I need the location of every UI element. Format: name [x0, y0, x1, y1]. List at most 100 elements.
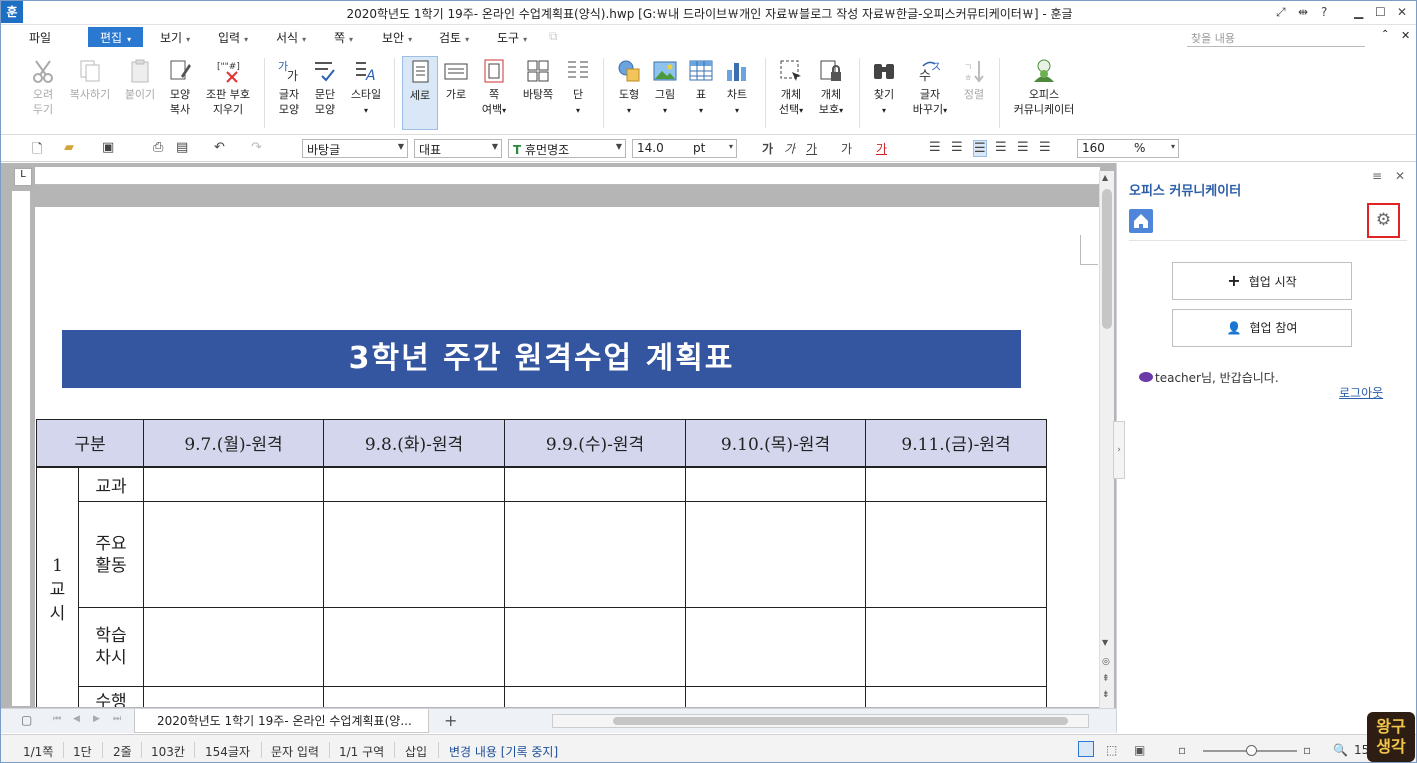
master-page-button[interactable]: 바탕쪽 [519, 58, 557, 102]
tab-document[interactable]: 2020학년도 1학기 19주- 온라인 수업계획표(양... [134, 709, 429, 733]
panel-collapse-handle[interactable]: › [1113, 421, 1125, 479]
align-right-icon[interactable]: ☰ [995, 140, 1007, 155]
object-protect-button[interactable]: 개체 보호▾ [814, 58, 848, 118]
font-lang-select[interactable]: 대표 ▼ [414, 139, 502, 158]
table-cell[interactable] [143, 466, 324, 502]
status-track-changes[interactable]: 변경 내용 [기록 중지] [449, 743, 558, 760]
menu-format[interactable]: 서식 ▾ [276, 29, 306, 46]
picture-button[interactable]: 그림 ▾ [650, 58, 680, 118]
underline-button[interactable]: 가 [806, 140, 817, 157]
view-page-icon[interactable] [1078, 741, 1094, 757]
open-folder-icon[interactable]: ▰ [64, 140, 74, 155]
prev-page-icon[interactable]: ⇞ [1102, 674, 1110, 684]
page-select-icon[interactable]: ◎ [1102, 657, 1110, 667]
period-cell[interactable]: 1 교 시 [36, 466, 79, 713]
table-cell[interactable] [685, 607, 866, 687]
search-input[interactable]: 찾을 내용 [1187, 29, 1365, 47]
header-cell[interactable]: 9.7.(월)-원격 [143, 419, 324, 468]
font-size-input[interactable]: 14.0 pt ▾ [632, 139, 737, 158]
table-cell[interactable] [323, 607, 505, 687]
resize-width-icon[interactable]: ⇹ [1298, 5, 1308, 19]
ruler-toggle[interactable]: L [14, 168, 32, 186]
row-label-cell[interactable]: 주요 활동 [78, 501, 144, 608]
puzzle-icon[interactable]: ⧉ [549, 29, 558, 44]
menu-edit[interactable]: 편집 ▾ [88, 27, 143, 47]
table-cell[interactable] [323, 501, 505, 608]
table-button[interactable]: 표 ▾ [687, 58, 715, 118]
print-icon[interactable]: ⎙ [153, 140, 163, 155]
menu-tools[interactable]: 도구 ▾ [497, 29, 527, 46]
logout-link[interactable]: 로그아웃 [1339, 384, 1383, 401]
menu-page[interactable]: 쪽 ▾ [334, 29, 353, 46]
menu-security[interactable]: 보안 ▾ [382, 29, 412, 46]
table-cell[interactable] [865, 607, 1047, 687]
style-button[interactable]: A 스타일 ▾ [346, 58, 386, 118]
banner-title[interactable]: 3학년 주간 원격수업 계획표 [62, 330, 1021, 388]
char-shape-button[interactable]: 가가 글자 모양 [273, 58, 305, 117]
start-collab-button[interactable]: + 협업 시작 [1172, 262, 1352, 300]
page-margin-button[interactable]: 쪽 여백▾ [480, 58, 508, 118]
close-icon[interactable]: ✕ [1397, 5, 1407, 19]
table-cell[interactable] [504, 466, 686, 502]
align-left-icon[interactable]: ☰ [951, 140, 963, 155]
save-icon[interactable]: ▣ [102, 140, 114, 155]
horizontal-scrollbar[interactable] [552, 714, 1089, 728]
panel-menu-icon[interactable]: ≡ [1372, 169, 1382, 183]
chart-button[interactable]: 차트 ▾ [723, 58, 751, 118]
align-divide-icon[interactable]: ☰ [1039, 140, 1051, 155]
replace-button[interactable]: 수ス 글자 바꾸기▾ [909, 58, 951, 118]
para-shape-button[interactable]: 문단 모양 [309, 58, 341, 117]
horizontal-ruler[interactable] [35, 167, 1100, 185]
style-select[interactable]: 바탕글 ▼ [302, 139, 408, 158]
help-icon[interactable]: ? [1321, 5, 1327, 19]
fullscreen-icon[interactable]: ⤢ [1276, 5, 1286, 20]
tab-list-icon[interactable]: ▢ [21, 713, 32, 727]
table-cell[interactable] [504, 607, 686, 687]
cut-button[interactable]: 오려 두기 [25, 58, 61, 117]
preview-icon[interactable]: ▤ [176, 140, 188, 155]
table-cell[interactable] [143, 607, 324, 687]
bold-button[interactable]: 가 [762, 140, 773, 157]
object-select-button[interactable]: 개체 선택▾ [774, 58, 808, 118]
scroll-up-icon[interactable]: ▲ [1102, 173, 1108, 182]
zoom-slider-thumb[interactable] [1246, 745, 1257, 756]
sort-button[interactable]: ㄱㅎ 정렬 [959, 58, 989, 102]
align-center-icon[interactable]: ☰ [973, 140, 987, 157]
shapes-button[interactable]: 도형 ▾ [613, 58, 645, 118]
view-width-icon[interactable]: ⬚ [1106, 743, 1117, 757]
collapse-ribbon-icon[interactable]: ⌃ [1381, 29, 1389, 40]
table-cell[interactable] [504, 501, 686, 608]
office-communicator-button[interactable]: 오피스 커뮤니케이터 [1008, 58, 1080, 117]
header-cell[interactable]: 9.9.(수)-원격 [504, 419, 686, 468]
vertical-scrollbar[interactable]: ▲ ▼ ◎ ⇞ ⇟ [1099, 171, 1114, 708]
new-document-icon[interactable]: 🗋 [32, 140, 42, 162]
font-color-button[interactable]: 가 [876, 140, 887, 157]
zoom-in-icon[interactable]: ▫ [1303, 743, 1311, 757]
horizontal-scroll-thumb[interactable] [613, 717, 1068, 725]
header-cell[interactable]: 9.10.(목)-원격 [685, 419, 866, 468]
tab-next-icon[interactable]: ▶ [93, 714, 100, 724]
status-insert[interactable]: 삽입 [405, 743, 427, 760]
font-select[interactable]: T 휴먼명조 ▼ [508, 139, 626, 158]
zoom-input[interactable]: 160% ▾ [1077, 139, 1179, 158]
table-cell[interactable] [143, 501, 324, 608]
table-cell[interactable] [685, 466, 866, 502]
table-cell[interactable] [685, 501, 866, 608]
tab-prev-icon[interactable]: ◀ [73, 714, 80, 724]
superscript-button[interactable]: 가 [841, 140, 852, 157]
table-cell[interactable] [323, 466, 505, 502]
join-collab-button[interactable]: 👤 협업 참여 [1172, 309, 1352, 347]
add-tab-button[interactable]: + [444, 711, 457, 730]
status-input-mode[interactable]: 문자 입력 [271, 743, 319, 760]
vertical-ruler[interactable] [12, 191, 30, 706]
vertical-scroll-thumb[interactable] [1102, 189, 1112, 329]
align-justify-icon[interactable]: ☰ [929, 140, 941, 155]
align-distribute-icon[interactable]: ☰ [1017, 140, 1029, 155]
row-label-cell[interactable]: 교과 [78, 466, 144, 502]
header-cell[interactable]: 구분 [36, 419, 144, 468]
tab-last-icon[interactable]: ⏭ [113, 714, 121, 724]
header-cell[interactable]: 9.11.(금)-원격 [865, 419, 1047, 468]
undo-icon[interactable]: ↶ [214, 140, 225, 155]
landscape-button[interactable]: 가로 [442, 58, 470, 102]
table-cell[interactable] [865, 501, 1047, 608]
